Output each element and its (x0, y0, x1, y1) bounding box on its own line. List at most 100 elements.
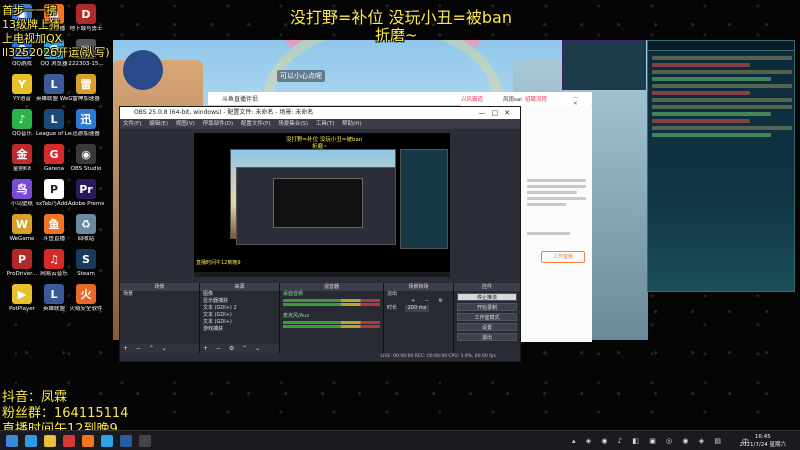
clock-time: 16:45 (754, 434, 771, 440)
desktop-icon-label: 迅游加速器 (72, 131, 100, 137)
desktop-icon[interactable]: Y YY语音 (4, 74, 40, 102)
desktop-icon[interactable]: ▶ PotPlayer (4, 284, 40, 312)
sources-toolbar[interactable]: + − ⚙ ⌃ ⌄ (200, 344, 279, 353)
desktop-icon[interactable]: ♻ 回收站 (68, 214, 104, 242)
source-item[interactable]: 文本 (GDI+) (200, 312, 279, 319)
source-item[interactable]: 文本 (GDI+) 2 (200, 305, 279, 312)
douyu-title: 斗鱼直播伴侣 (222, 96, 259, 103)
start-recording-button[interactable]: 开始录制 (457, 303, 517, 311)
app-icon: D (76, 4, 96, 24)
desktop-icon[interactable]: L 英雄联盟 (36, 284, 72, 312)
tray-icons[interactable]: ▴ ◈ ◉ ♪ ◧ ▣ ◎ ◉ ◈ ▤ (572, 437, 725, 445)
desktop-icon[interactable]: G Garena (36, 144, 72, 172)
douyu-toolbar: 兴风霸道 风雨sai 招聘流程 —✕ (461, 93, 591, 107)
transition-type[interactable]: 淡出 (384, 291, 453, 298)
scene-item[interactable]: 场景 (120, 291, 199, 298)
desktop-icon[interactable]: 雷雷神加速器 (68, 74, 104, 102)
preview-footer: 直播时间午12到晚9 (196, 260, 241, 266)
obs-menubar: 文件(F) 编辑(E) 视图(V) 停靠部件(D) 配置文件(P) 场景集合(S… (120, 119, 520, 129)
source-item[interactable]: 图像 (200, 291, 279, 298)
douyu-link-3[interactable]: 招聘流程 (525, 95, 547, 103)
desktop-icon[interactable]: 金金刚Kit (4, 144, 40, 172)
desktop-icon[interactable]: S Steam (68, 249, 104, 277)
app-icon: L (44, 284, 64, 304)
desktop-icon[interactable]: L League of Legends (36, 109, 72, 137)
transition-add-remove[interactable]: + − ⚙ (384, 298, 453, 305)
game-top-panel (562, 40, 646, 90)
obs-title: OBS 25.0.8 (64-bit, windows) - 配置文件: 未命名… (134, 109, 314, 116)
game-icon[interactable] (120, 435, 132, 447)
app-icon: ♪ (12, 109, 32, 129)
douyu-link-1[interactable]: 兴风霸道 (461, 95, 483, 103)
netease-icon[interactable] (63, 435, 75, 447)
source-item[interactable]: 显示器捕获 (200, 298, 279, 305)
desktop-icon[interactable]: ♫ 网易云音乐 (36, 249, 72, 277)
mixer-desktop-audio: 桌面音频 (283, 291, 304, 297)
menu-view[interactable]: 视图(V) (176, 121, 195, 127)
transition-duration-label: 时长 (387, 305, 398, 311)
menu-help[interactable]: 帮助(H) (342, 121, 361, 127)
menu-profile[interactable]: 配置文件(P) (241, 121, 271, 127)
desktop-icon-label: WeGame (9, 236, 35, 242)
exit-button[interactable]: 退出 (457, 333, 517, 341)
douyu-link-2[interactable]: 风雨sai (503, 95, 522, 103)
overlay-subtitle: 折磨~ (375, 26, 418, 44)
desktop-icon-label: Steam (77, 271, 95, 277)
desktop-icon-label: Adobe Premie... (68, 201, 104, 207)
obs-docks: 场景 场景 + − ⌃ ⌄ 来源 图像 显示器捕获 文本 (GDI+) 2 文本… (120, 283, 520, 361)
source-item[interactable]: 文本 (GDI+) (200, 319, 279, 326)
desktop-icon[interactable]: L 英雄联盟 WeGame版 (36, 74, 72, 102)
desktop-icon[interactable]: 鸟小鸟壁纸 (4, 179, 40, 207)
studio-mode-button[interactable]: 工作室模式 (457, 313, 517, 321)
desktop-icon-label: sxTab乃Add... (36, 201, 72, 207)
desktop-icon[interactable]: ◉ OBS Studio (68, 144, 104, 172)
menu-docks[interactable]: 停靠部件(D) (203, 121, 234, 127)
desktop-icon-label: QQ游戏 (12, 61, 32, 67)
desktop-icon[interactable]: 鱼斗鱼直播 (36, 214, 72, 242)
settings-button[interactable]: 设置 (457, 323, 517, 331)
menu-file[interactable]: 文件(F) (123, 121, 141, 127)
menu-edit[interactable]: 编辑(E) (149, 121, 168, 127)
desktop-audio-slider[interactable] (283, 303, 380, 306)
stop-streaming-button[interactable]: 停止推流 (457, 293, 517, 301)
app-icon: P (44, 179, 64, 199)
transition-duration-input[interactable]: 200 ms (404, 305, 430, 312)
sources-header: 来源 (200, 283, 279, 291)
desktop-icon[interactable]: Pr Adobe Premie... (68, 179, 104, 207)
douyu-icon[interactable] (82, 435, 94, 447)
browser-icon[interactable] (25, 435, 37, 447)
scenes-toolbar[interactable]: + − ⌃ ⌄ (120, 344, 199, 353)
desktop-icon[interactable]: 迅迅游加速器 (68, 109, 104, 137)
app-icon: 火 (76, 284, 96, 304)
folder-icon[interactable] (44, 435, 56, 447)
mic-aux-meter (283, 321, 380, 324)
desktop-icon-label: 回收站 (77, 236, 95, 242)
desktop-icon[interactable]: PsxTab乃Add... (36, 179, 72, 207)
desktop-icon-label: PotPlayer (9, 306, 35, 312)
obs-titlebar[interactable]: OBS 25.0.8 (64-bit, windows) - 配置文件: 未命名… (120, 107, 520, 119)
app-icon: P (12, 249, 32, 269)
douyu-studio-button[interactable]: 工作室板 (541, 251, 585, 263)
desktop-icon-label: 222303-15... (68, 61, 104, 67)
desktop-icon-label: OBS Studio (70, 166, 102, 172)
obs-window-controls[interactable]: —□✕ (479, 107, 516, 119)
obs-taskbar-icon[interactable] (139, 435, 151, 447)
mic-aux-slider[interactable] (283, 325, 380, 328)
obs-window[interactable]: OBS 25.0.8 (64-bit, windows) - 配置文件: 未命名… (119, 106, 521, 362)
app-icon: W (12, 214, 32, 234)
menu-tools[interactable]: 工具(T) (316, 121, 335, 127)
obs-status-bar: LIVE: 00:00:00 REC: 00:00:00 CPU: 1.9%, … (120, 353, 520, 361)
start-icon[interactable] (6, 435, 18, 447)
desktop-icon[interactable]: 火火绒安全软件 (68, 284, 104, 312)
source-item[interactable]: 游戏捕获 (200, 326, 279, 333)
menu-scene-collection[interactable]: 场景集合(S) (278, 121, 308, 127)
desktop-icon[interactable]: D 地下城与勇士 (68, 4, 104, 32)
desktop-icon[interactable]: P ProDriver... (4, 249, 40, 277)
desktop-icon[interactable]: W WeGame (4, 214, 40, 242)
obs-preview[interactable]: 没打野=补位 没玩小丑=被ban 折磨~ 直播时间午12到晚9 (194, 133, 450, 277)
desktop-icon-label: 网易云音乐 (40, 271, 68, 277)
desktop-icon[interactable]: ♪ QQ音乐 (4, 109, 40, 137)
scenes-header: 场景 (120, 283, 199, 291)
taskbar-clock[interactable]: 16:45 2021/7/24 星期六 (740, 433, 786, 449)
qq-browser-icon[interactable] (101, 435, 113, 447)
